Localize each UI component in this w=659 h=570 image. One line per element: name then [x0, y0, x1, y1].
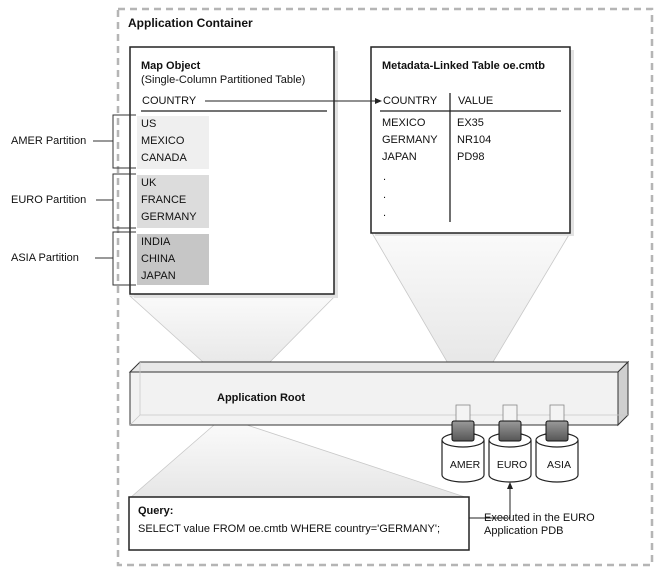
linked-cell-country: JAPAN — [382, 151, 417, 163]
linked-cell-ellipsis: . — [383, 207, 387, 219]
asia-partition-label: ASIA Partition — [11, 252, 79, 264]
map-object-column-header: COUNTRY — [142, 95, 197, 107]
map-row: CANADA — [141, 152, 187, 164]
map-row: JAPAN — [141, 270, 176, 282]
container-title: Application Container — [128, 16, 253, 30]
application-root-label: Application Root — [217, 392, 305, 404]
linked-table-header-country: COUNTRY — [383, 95, 438, 107]
query-funnel — [128, 424, 469, 499]
pdb-label-asia: ASIA — [547, 459, 571, 471]
linked-cell-ellipsis: . — [383, 171, 387, 183]
query-sql: SELECT value FROM oe.cmtb WHERE country=… — [138, 523, 440, 535]
linked-cell-ellipsis: . — [383, 189, 387, 201]
amer-partition-label: AMER Partition — [11, 135, 87, 147]
linked-table-title: Metadata-Linked Table oe.cmtb — [382, 60, 545, 72]
pdb-label-euro: EURO — [496, 459, 528, 471]
map-object-title: Map Object — [141, 60, 201, 72]
application-root-bar-top — [128, 361, 630, 373]
application-root-bar-end — [617, 360, 629, 427]
execution-note-line1: Executed in the EURO — [484, 512, 595, 524]
diagram-canvas — [93, 7, 654, 567]
application-root-bar — [129, 371, 619, 426]
query-label: Query: — [138, 505, 174, 517]
execution-note-line2: Application PDB — [484, 525, 564, 537]
map-object-funnel — [128, 295, 336, 373]
map-row: GERMANY — [141, 211, 197, 223]
linked-cell-value: PD98 — [457, 151, 485, 163]
map-object-subtitle: (Single-Column Partitioned Table) — [141, 74, 306, 86]
euro-partition-label: EURO Partition — [11, 194, 87, 206]
pdb-label-amer: AMER — [449, 459, 481, 471]
linked-table-funnel — [371, 232, 571, 373]
linked-table-header-value: VALUE — [458, 95, 494, 107]
